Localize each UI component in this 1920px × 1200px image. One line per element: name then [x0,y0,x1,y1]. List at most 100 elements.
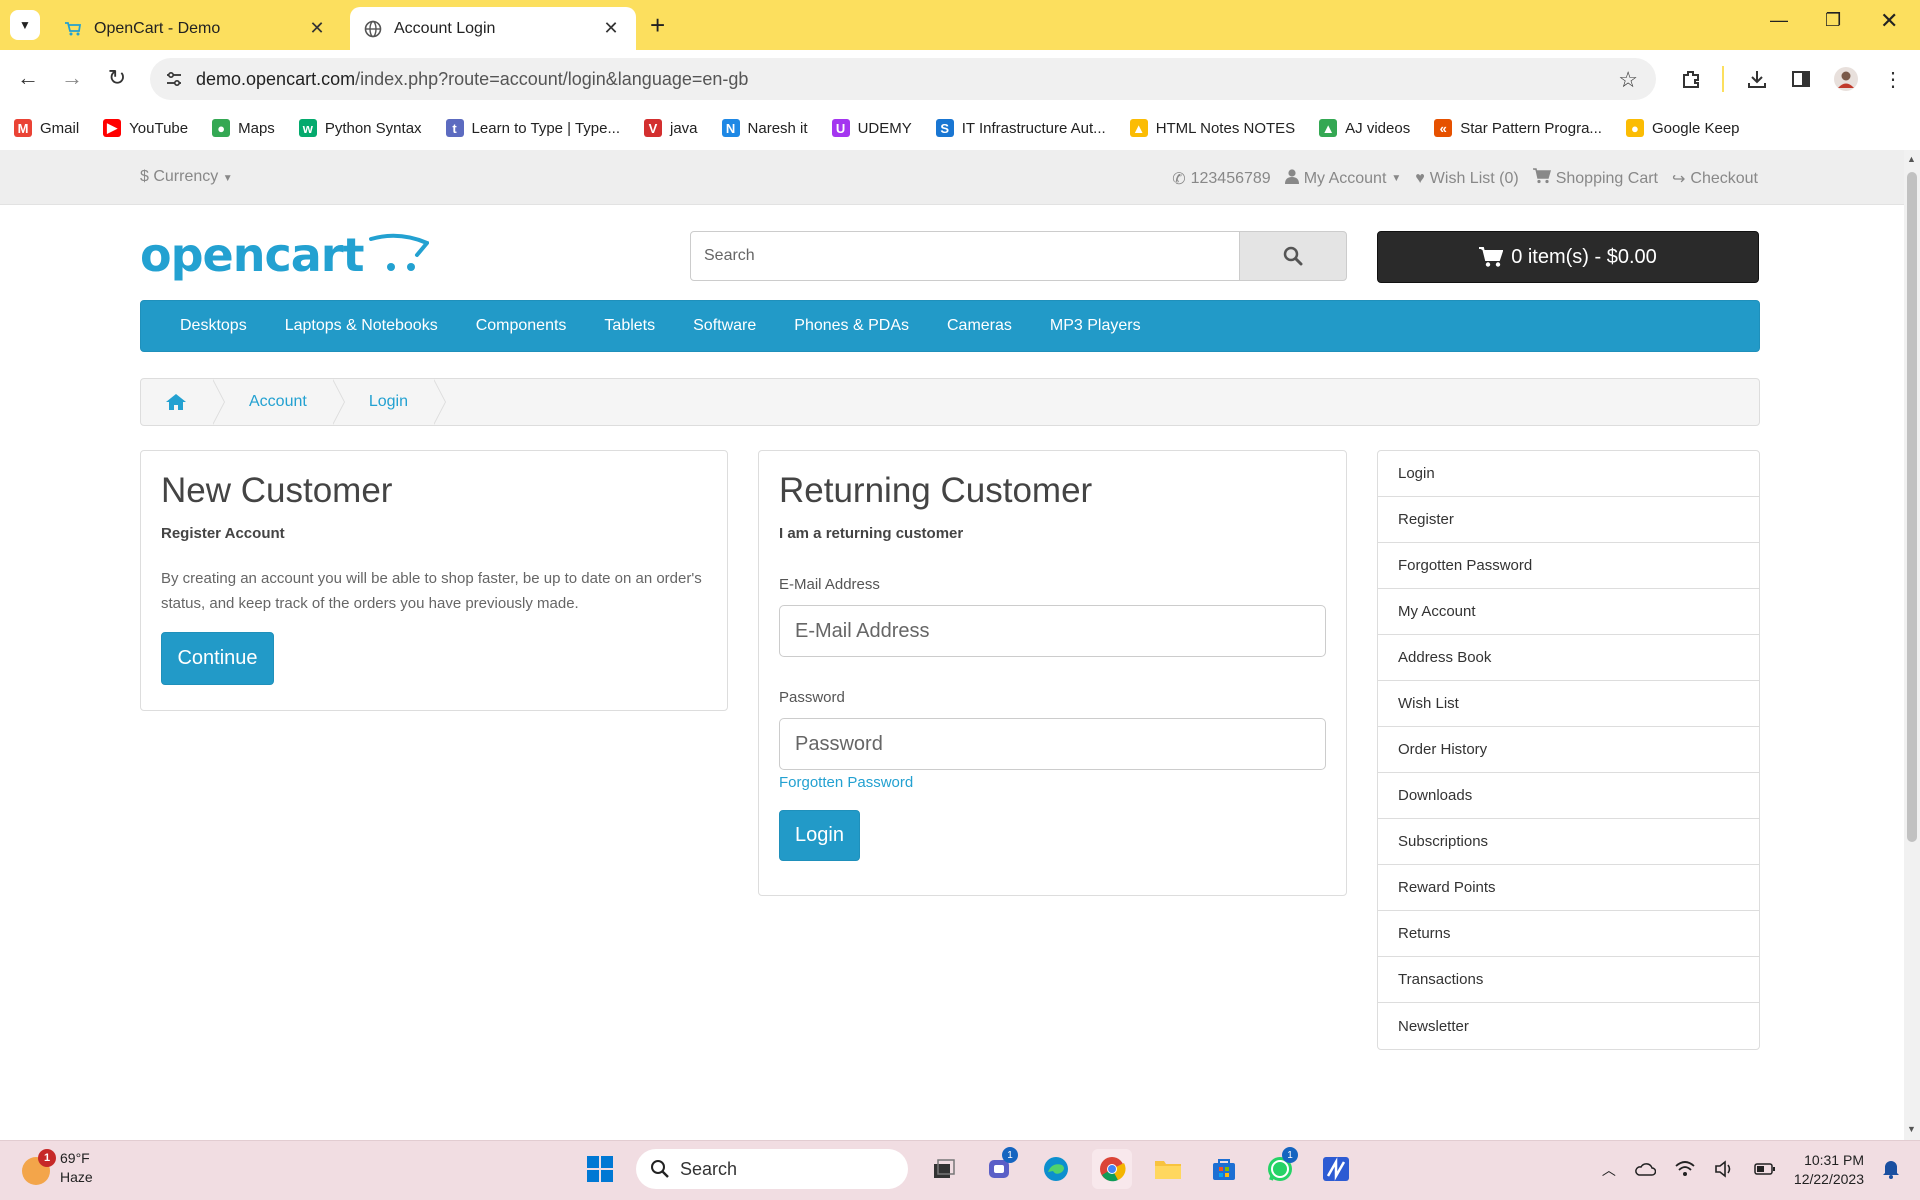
drive-icon: ▲ [1319,119,1338,137]
scroll-thumb[interactable] [1907,172,1917,842]
weather-widget[interactable]: 1 69°F Haze [22,1149,93,1187]
wishlist-link[interactable]: ♥ Wish List (0) [1415,168,1518,189]
close-window-icon[interactable]: ✕ [1880,8,1898,34]
whatsapp-app[interactable]: 1 [1260,1147,1300,1189]
tab-opencart-demo[interactable]: OpenCart - Demo ✕ [50,7,342,50]
restore-icon[interactable]: ❐ [1825,10,1841,31]
page-scrollbar[interactable]: ▲ ▼ [1904,150,1920,1140]
back-icon[interactable]: ← [14,64,42,92]
bookmark-item[interactable]: ● Maps [212,119,275,137]
menu-item-laptops-notebooks[interactable]: Laptops & Notebooks [266,317,457,335]
wifi-icon[interactable] [1674,1160,1696,1181]
power-automate-app[interactable] [1316,1149,1356,1189]
new-tab-icon[interactable]: + [650,10,665,40]
address-bar[interactable]: demo.opencart.com/index.php?route=accoun… [150,58,1656,100]
kebab-menu-icon[interactable]: ⋮ [1880,66,1906,92]
sidebar-item-order-history[interactable]: Order History [1378,727,1759,773]
bookmark-item[interactable]: ▲ HTML Notes NOTES [1129,119,1295,137]
sidebar-item-wish-list[interactable]: Wish List [1378,681,1759,727]
bookmark-item[interactable]: N Naresh it [721,119,808,137]
scroll-down-icon[interactable]: ▼ [1907,1124,1916,1134]
sidebar-item-register[interactable]: Register [1378,497,1759,543]
breadcrumb-home[interactable] [141,379,225,425]
close-tab-icon[interactable]: ✕ [600,18,622,39]
tab-search-button[interactable]: ▼ [10,10,40,40]
clock[interactable]: 10:31 PM 12/22/2023 [1794,1151,1864,1189]
search-input[interactable] [690,231,1240,281]
sidebar-item-reward-points[interactable]: Reward Points [1378,865,1759,911]
sidebar-item-address-book[interactable]: Address Book [1378,635,1759,681]
bookmark-item[interactable]: ▲ AJ videos [1319,119,1410,137]
volume-icon[interactable] [1714,1159,1736,1181]
sidebar-item-login[interactable]: Login [1378,451,1759,497]
notification-bell-icon[interactable] [1882,1159,1900,1182]
continue-button[interactable]: Continue [161,632,274,685]
opencart-logo[interactable]: opencart [140,228,430,282]
phone-link[interactable]: ✆ 123456789 [1172,168,1271,189]
menu-item-phones-pdas[interactable]: Phones & PDAs [775,317,928,335]
menu-item-cameras[interactable]: Cameras [928,317,1031,335]
bookmark-item[interactable]: ● Google Keep [1625,119,1740,137]
my-account-dropdown[interactable]: My Account ▼ [1284,168,1401,189]
taskbar-search[interactable]: Search [636,1149,908,1189]
breadcrumb-login[interactable]: Login [335,379,446,425]
currency-dropdown[interactable]: $ Currency ▼ [140,168,233,186]
checkout-link[interactable]: ↪ Checkout [1672,168,1758,189]
forgotten-password-link[interactable]: Forgotten Password [779,774,913,791]
sidebar-item-newsletter[interactable]: Newsletter [1378,1003,1759,1049]
edge-app[interactable] [1036,1149,1076,1189]
bookmark-item[interactable]: M Gmail [14,119,79,137]
search-button[interactable] [1239,231,1347,281]
breadcrumb-account[interactable]: Account [215,379,345,425]
chevron-up-icon[interactable]: ︿ [1602,1160,1616,1180]
tab-account-login[interactable]: Account Login ✕ [350,7,636,50]
scroll-up-icon[interactable]: ▲ [1907,154,1916,164]
reload-icon[interactable]: ↻ [103,64,131,92]
onedrive-icon[interactable] [1634,1162,1657,1179]
shopping-cart-link[interactable]: Shopping Cart [1532,168,1658,189]
minimize-icon[interactable]: — [1770,10,1788,31]
bookmark-label: IT Infrastructure Aut... [961,119,1106,137]
temperature: 69°F [60,1150,90,1166]
start-button[interactable] [580,1149,620,1189]
menu-item-components[interactable]: Components [457,317,586,335]
close-tab-icon[interactable]: ✕ [306,18,328,39]
bookmark-star-icon[interactable]: ☆ [1618,67,1638,93]
task-view-button[interactable] [924,1149,964,1189]
menu-item-desktops[interactable]: Desktops [161,317,266,335]
password-field[interactable] [779,718,1326,770]
battery-icon[interactable] [1754,1162,1776,1179]
login-button[interactable]: Login [779,810,860,861]
teams-app[interactable]: 1 [980,1147,1020,1189]
menu-item-mp3-players[interactable]: MP3 Players [1031,317,1160,335]
bookmark-item[interactable]: Vjava [644,119,698,137]
sidebar-item-returns[interactable]: Returns [1378,911,1759,957]
profile-avatar[interactable] [1833,66,1859,92]
sidebar-item-subscriptions[interactable]: Subscriptions [1378,819,1759,865]
store-app[interactable] [1204,1149,1244,1189]
extensions-icon[interactable] [1678,66,1704,92]
site-info-icon[interactable] [164,69,184,94]
chrome-app[interactable] [1092,1149,1132,1189]
bookmark-item[interactable]: ▶ YouTube [103,119,188,137]
side-panel-icon[interactable] [1788,66,1814,92]
email-field[interactable] [779,605,1326,657]
menu-item-software[interactable]: Software [674,317,775,335]
bookmark-item[interactable]: « Star Pattern Progra... [1434,119,1602,137]
bookmark-item[interactable]: w Python Syntax [298,119,422,137]
file-explorer-app[interactable] [1148,1149,1188,1189]
sidebar-item-forgotten-password[interactable]: Forgotten Password [1378,543,1759,589]
new-customer-title: New Customer [161,471,393,510]
returning-customer-panel: Returning Customer I am a returning cust… [758,450,1347,896]
bookmark-item[interactable]: U UDEMY [831,119,912,137]
sidebar-item-my-account[interactable]: My Account [1378,589,1759,635]
bookmark-item[interactable]: S IT Infrastructure Aut... [935,119,1106,137]
browser-toolbar: ← → ↻ demo.opencart.com/index.php?route=… [0,50,1920,106]
cart-total-button[interactable]: 0 item(s) - $0.00 [1377,231,1759,283]
download-icon[interactable] [1744,66,1770,92]
bookmark-item[interactable]: t Learn to Type | Type... [445,119,620,137]
sidebar-item-transactions[interactable]: Transactions [1378,957,1759,1003]
forward-icon[interactable]: → [58,64,86,92]
menu-item-tablets[interactable]: Tablets [585,317,674,335]
sidebar-item-downloads[interactable]: Downloads [1378,773,1759,819]
